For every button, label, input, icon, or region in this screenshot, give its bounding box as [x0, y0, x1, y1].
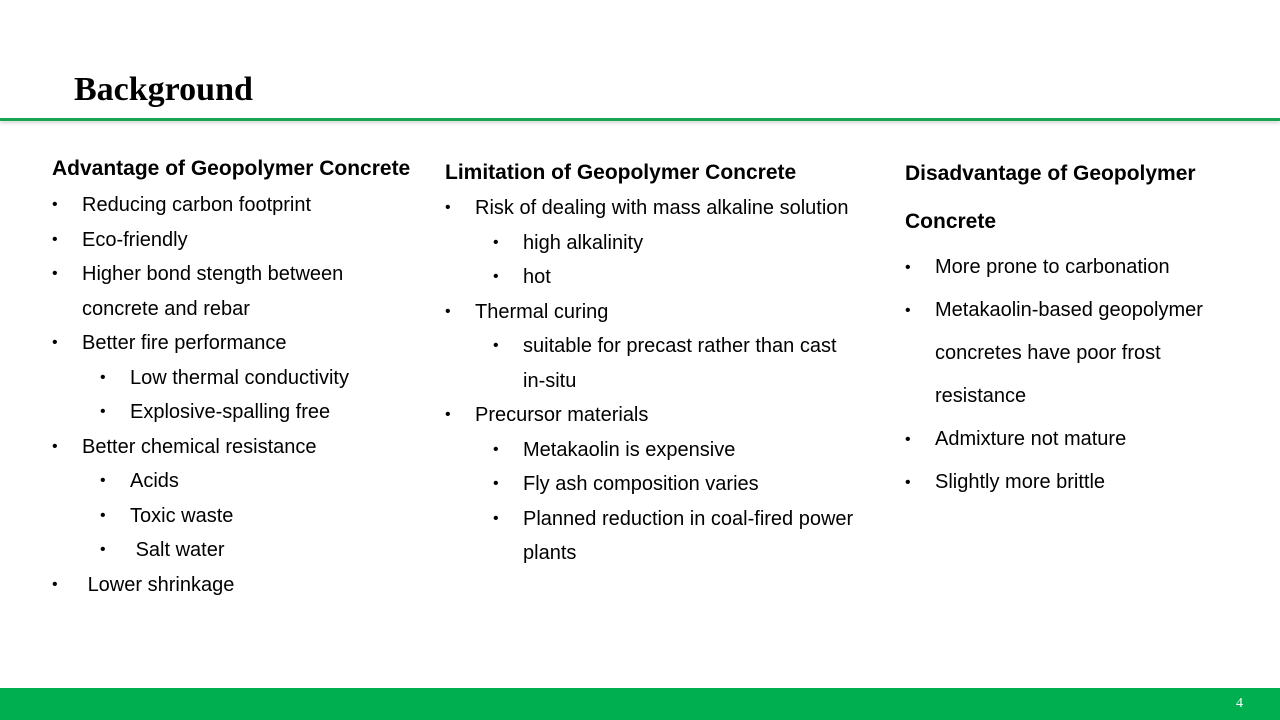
- list-item: • Explosive-spalling free: [52, 395, 412, 430]
- bullet-icon: •: [905, 474, 911, 491]
- list-item-text: Explosive-spalling free: [130, 401, 331, 423]
- bullet-icon: •: [445, 302, 451, 320]
- limitations-list: • Risk of dealing with mass alkaline solu…: [445, 191, 855, 571]
- bullet-icon: •: [445, 406, 451, 423]
- bullet-icon: •: [493, 268, 499, 285]
- bullet-icon: •: [445, 199, 451, 216]
- list-item: • Admixture not mature: [905, 418, 1255, 461]
- list-item-text: Higher bond stength between concrete and…: [82, 263, 349, 320]
- list-item-text: Acids: [130, 470, 179, 492]
- list-item-text: Admixture not mature: [935, 428, 1127, 450]
- bullet-icon: •: [52, 196, 58, 213]
- list-item: • Precursor materials: [445, 398, 855, 433]
- title-divider: [0, 118, 1280, 121]
- disadvantages-column: Disadvantage of Geopolymer Concrete • Mor…: [905, 150, 1255, 504]
- list-item-text: Salt water: [130, 539, 225, 561]
- bullet-icon: •: [493, 337, 499, 354]
- advantages-column: Advantage of Geopolymer Concrete • Reduci…: [52, 150, 412, 602]
- list-item: • More prone to carbonation: [905, 246, 1255, 289]
- advantages-list: • Reducing carbon footprint • Eco-friendly •…: [52, 188, 412, 602]
- list-item-text: Metakaolin is expensive: [523, 438, 736, 461]
- disadvantages-heading: Disadvantage of Geopolymer Concrete: [905, 162, 1196, 233]
- slide-title: Background: [74, 71, 253, 108]
- list-item: • suitable for precast rather than cast i…: [445, 329, 855, 398]
- list-item-text: hot: [523, 266, 551, 288]
- list-item: • Eco-friendly: [52, 223, 412, 258]
- bullet-icon: •: [52, 575, 58, 593]
- bullet-icon: •: [100, 368, 106, 386]
- bullet-icon: •: [52, 265, 58, 282]
- bullet-icon: •: [100, 472, 106, 489]
- disadvantages-list: • More prone to carbonation • Metakaolin-ba…: [905, 246, 1255, 504]
- bullet-icon: •: [52, 334, 58, 351]
- list-item: • high alkalinity: [445, 226, 855, 261]
- list-item: • Acids: [52, 464, 412, 499]
- list-item: • Low thermal conductivity: [52, 361, 412, 396]
- list-item: • Better chemical resistance: [52, 430, 412, 465]
- bullet-icon: •: [52, 230, 58, 248]
- bullet-icon: •: [100, 541, 106, 558]
- limitations-heading: Limitation of Geopolymer Concrete: [445, 161, 797, 184]
- bullet-icon: •: [493, 509, 499, 527]
- list-item-text: More prone to carbonation: [935, 256, 1170, 278]
- list-item: • Better fire performance: [52, 326, 412, 361]
- list-item-text: high alkalinity: [523, 231, 644, 254]
- list-item-text: Reducing carbon footprint: [82, 194, 312, 216]
- list-item-text: Lower shrinkage: [82, 573, 235, 596]
- list-item: • Salt water: [52, 533, 412, 568]
- bullet-icon: •: [493, 440, 499, 458]
- list-item-text: Thermal curing: [475, 300, 609, 323]
- list-item-text: Eco-friendly: [82, 228, 188, 251]
- list-item-text: Toxic waste: [130, 504, 234, 527]
- list-item-text: Low thermal conductivity: [130, 366, 349, 389]
- list-item-text: Fly ash composition varies: [523, 473, 759, 495]
- list-item-text: Precursor materials: [475, 404, 649, 426]
- bullet-icon: •: [100, 403, 106, 420]
- list-item-text: Planned reduction in coal-fired power pl…: [523, 507, 859, 565]
- list-item: • Slightly more brittle: [905, 461, 1255, 504]
- list-item: • Thermal curing: [445, 295, 855, 330]
- list-item: • Metakaolin-based geopolymer concretes h…: [905, 289, 1255, 418]
- list-item: • Fly ash composition varies: [445, 467, 855, 502]
- list-item-text: Slightly more brittle: [935, 471, 1106, 493]
- page-number: 4: [1236, 696, 1243, 711]
- bullet-icon: •: [493, 233, 499, 251]
- list-item-text: Better fire performance: [82, 332, 287, 354]
- list-item: • Planned reduction in coal-fired power p…: [445, 502, 855, 571]
- list-item: • Toxic waste: [52, 499, 412, 534]
- list-item-text: suitable for precast rather than cast in…: [523, 335, 843, 392]
- list-item: • Risk of dealing with mass alkaline solu…: [445, 191, 855, 226]
- footer-bar: 4: [0, 688, 1280, 720]
- bullet-icon: •: [905, 259, 911, 276]
- bullet-icon: •: [905, 431, 911, 448]
- list-item-text: Metakaolin-based geopolymer concretes ha…: [935, 299, 1209, 407]
- advantages-heading: Advantage of Geopolymer Concrete: [52, 157, 411, 180]
- list-item-text: Risk of dealing with mass alkaline solut…: [475, 197, 849, 219]
- list-item: • Lower shrinkage: [52, 568, 412, 603]
- list-item: • Higher bond stength between concrete an…: [52, 257, 412, 326]
- limitations-column: Limitation of Geopolymer Concrete • Risk …: [445, 155, 855, 571]
- bullet-icon: •: [100, 506, 106, 524]
- bullet-icon: •: [905, 302, 911, 319]
- list-item: • Reducing carbon footprint: [52, 188, 412, 223]
- list-item: • hot: [445, 260, 855, 295]
- list-item-text: Better chemical resistance: [82, 435, 317, 458]
- bullet-icon: •: [52, 437, 58, 455]
- list-item: • Metakaolin is expensive: [445, 433, 855, 468]
- bullet-icon: •: [493, 475, 499, 492]
